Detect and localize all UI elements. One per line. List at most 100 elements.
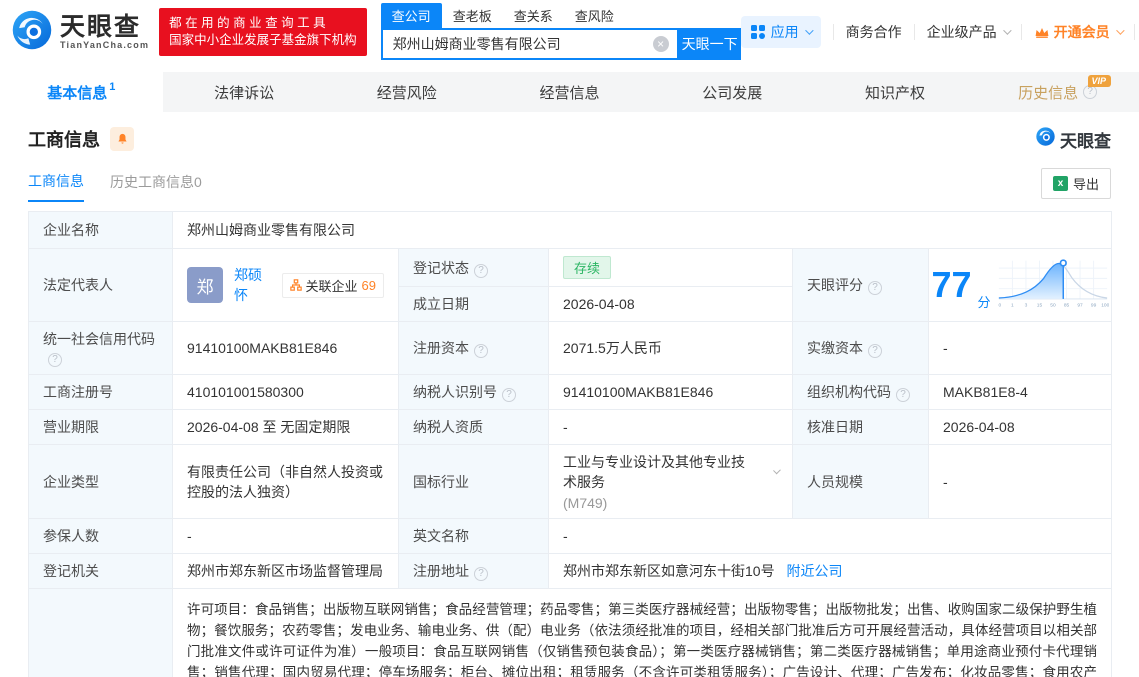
search-input[interactable]: [382, 30, 677, 58]
help-icon[interactable]: ?: [474, 263, 488, 278]
search-button[interactable]: 天眼一下: [678, 28, 741, 60]
section-watermark: 天眼查: [1035, 126, 1111, 152]
svg-text:15: 15: [1036, 302, 1042, 308]
enterprise-menu[interactable]: 企业级产品: [926, 22, 1012, 42]
company-name-value: 郑州山姆商业零售有限公司: [171, 211, 1113, 249]
help-icon[interactable]: ?: [868, 281, 882, 295]
watermark-text: 天眼查: [1060, 131, 1111, 151]
svg-text:99: 99: [1090, 302, 1096, 308]
subtab-history-registration[interactable]: 历史工商信息0: [110, 172, 202, 201]
watermark-logo-icon: [1035, 126, 1056, 152]
subscribe-bell-icon[interactable]: [110, 127, 134, 151]
help-icon[interactable]: ?: [1083, 85, 1098, 99]
table-row: 参保人数 - 英文名称 -: [28, 518, 1113, 554]
table-row: 经营范围? 许可项目：食品销售；出版物互联网销售；食品经营管理；药品零售；第三类…: [28, 588, 1113, 677]
score-cell: 77 分 0 1 3 15 50 85 97 99 100: [927, 248, 1113, 322]
tab-business-risk[interactable]: 经营风险: [325, 72, 488, 112]
business-term-label: 营业期限: [28, 409, 173, 445]
score-label: 天眼评分?: [792, 248, 929, 322]
tab-intellectual-property[interactable]: 知识产权: [814, 72, 977, 112]
company-type-label: 企业类型: [28, 444, 173, 519]
clear-icon[interactable]: ×: [652, 36, 669, 52]
nearby-companies-link[interactable]: 附近公司: [786, 563, 842, 579]
legal-rep-label: 法定代表人: [28, 248, 173, 322]
search-box: ×: [380, 28, 679, 60]
score-distribution-chart: 0 1 3 15 50 85 97 99 100: [997, 256, 1109, 315]
apps-menu[interactable]: 应用: [740, 16, 821, 48]
paid-capital-value: -: [927, 321, 1113, 375]
top-header: 天眼查 TianYanCha.com 都在用的商业查询工具 国家中小企业发展子基…: [0, 0, 1139, 64]
vip-menu[interactable]: 开通会员: [1034, 22, 1125, 42]
svg-text:3: 3: [1024, 302, 1027, 308]
industry-code: (M749): [563, 495, 608, 511]
reg-authority-value: 郑州市郑东新区市场监督管理局: [172, 553, 399, 589]
reg-number-value: 410101001580300: [172, 374, 399, 410]
subtab-business-registration[interactable]: 工商信息: [28, 171, 84, 202]
excel-icon: x: [1052, 176, 1068, 191]
tab-basic-info-label: 基本信息: [47, 84, 108, 102]
subtab-history-label: 历史工商信息: [110, 174, 194, 190]
export-button[interactable]: x 导出: [1040, 168, 1111, 199]
tab-legal-litigation[interactable]: 法律诉讼: [163, 72, 326, 112]
legal-rep-name-link[interactable]: 郑硕怀: [234, 265, 273, 305]
svg-text:0: 0: [998, 302, 1001, 308]
org-code-value: MAKB81E8-4: [927, 374, 1113, 410]
tab-company-development[interactable]: 公司发展: [651, 72, 814, 112]
tab-history-info-label: 历史信息: [1018, 84, 1079, 102]
svg-text:100: 100: [1101, 302, 1109, 308]
related-companies-count: 69: [361, 277, 376, 293]
search-tab-relation[interactable]: 查关系: [503, 3, 564, 28]
enterprise-label: 企业级产品: [926, 24, 997, 40]
english-name-label: 英文名称: [398, 518, 549, 554]
taxpayer-id-value: 91410100MAKB81E846: [548, 374, 793, 410]
slogan-line1: 都在用的商业查询工具: [169, 16, 330, 30]
org-chart-icon: [289, 279, 302, 291]
reg-status-value: 存续: [548, 248, 793, 287]
reg-address-text: 郑州市郑东新区如意河东十街10号: [563, 563, 775, 579]
chevron-down-icon[interactable]: [772, 466, 781, 475]
apps-grid-icon: [750, 25, 765, 39]
related-companies-badge[interactable]: 关联企业 69: [281, 272, 384, 298]
legal-rep-avatar[interactable]: 郑: [187, 267, 223, 303]
slogan-banner: 都在用的商业查询工具 国家中小企业发展子基金旗下机构: [159, 8, 367, 56]
search-tab-risk[interactable]: 查风险: [564, 3, 625, 28]
english-name-value: -: [547, 518, 1113, 554]
tianyancha-logo[interactable]: 天眼查 TianYanCha.com: [10, 8, 149, 57]
help-icon[interactable]: ?: [474, 344, 488, 358]
company-type-value: 有限责任公司（非自然人投资或控股的法人独资）: [172, 444, 399, 519]
section-title: 工商信息: [28, 130, 100, 150]
help-icon[interactable]: ?: [868, 344, 882, 358]
industry-label: 国标行业: [398, 444, 549, 519]
approval-date-value: 2026-04-08: [927, 409, 1113, 445]
slogan-line2: 国家中小企业发展子基金旗下机构: [169, 33, 357, 47]
svg-text:1: 1: [1011, 302, 1014, 308]
industry-value: 工业与专业设计及其他专业技术服务 (M749): [548, 444, 793, 519]
search-tab-company[interactable]: 查公司: [380, 3, 442, 28]
reg-address-value: 郑州市郑东新区如意河东十街10号 附近公司: [547, 553, 1113, 589]
tab-business-info[interactable]: 经营信息: [488, 72, 651, 112]
reg-status-label: 登记状态?: [398, 248, 549, 287]
svg-text:97: 97: [1077, 302, 1083, 308]
tab-basic-info[interactable]: 基本信息 1: [0, 72, 163, 112]
help-icon[interactable]: ?: [474, 567, 488, 581]
establish-date-label: 成立日期: [398, 286, 549, 322]
taxpayer-quality-label: 纳税人资质: [398, 409, 549, 445]
table-row: 企业名称 郑州山姆商业零售有限公司: [28, 211, 1113, 249]
tab-history-info[interactable]: VIP 历史信息 ?: [976, 72, 1139, 112]
cooperation-menu[interactable]: 商务合作: [846, 22, 902, 42]
help-icon[interactable]: ?: [896, 388, 910, 402]
establish-date-value: 2026-04-08: [548, 286, 793, 322]
vip-badge: VIP: [1087, 75, 1112, 87]
business-scope-label: 经营范围?: [28, 588, 173, 677]
company-nav-tabs: 基本信息 1 法律诉讼 经营风险 经营信息 公司发展 知识产权 VIP 历史信息…: [0, 72, 1139, 112]
help-icon[interactable]: ?: [502, 388, 516, 402]
table-row: 工商注册号 410101001580300 纳税人识别号? 91410100MA…: [28, 374, 1113, 410]
top-menu: 应用 商务合作 企业级产品 开通会员: [740, 16, 1139, 48]
crown-icon: [1034, 25, 1050, 39]
help-icon[interactable]: ?: [48, 353, 62, 367]
credit-code-value: 91410100MAKB81E846: [172, 321, 399, 375]
score-value: 77: [931, 264, 972, 305]
search-tab-boss[interactable]: 查老板: [442, 3, 503, 28]
tab-basic-info-count: 1: [109, 81, 116, 93]
insured-value: -: [172, 518, 399, 554]
